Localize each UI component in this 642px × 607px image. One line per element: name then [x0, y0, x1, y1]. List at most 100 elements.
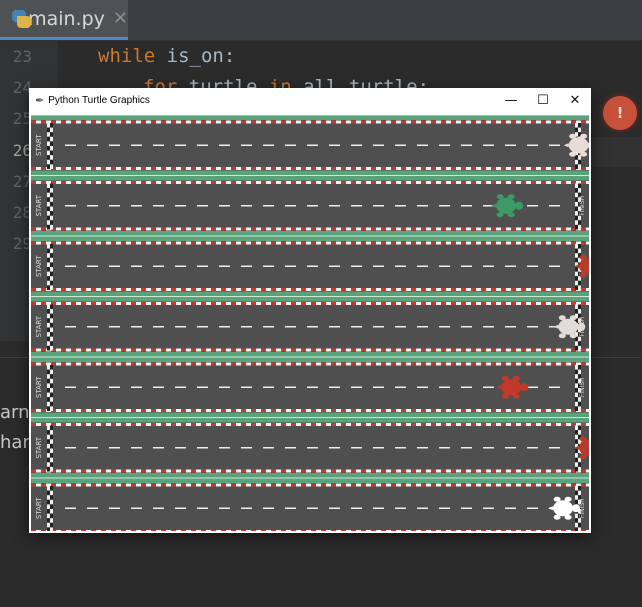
finish-checker: [575, 201, 578, 207]
start-checker: [47, 313, 50, 319]
start-checker: [47, 332, 50, 337]
finish-checker: [575, 276, 578, 281]
maximize-button[interactable]: ☐: [527, 88, 559, 112]
finish-checker: [575, 309, 578, 314]
start-checker: [47, 522, 50, 528]
start-label: START: [35, 315, 43, 337]
finish-checker: [575, 183, 578, 189]
start-checker: [47, 443, 50, 449]
start-checker: [50, 332, 53, 337]
finish-checker: [575, 215, 578, 221]
start-checker: [50, 443, 53, 449]
start-checker: [50, 453, 53, 458]
finish-checker: [578, 341, 581, 346]
start-checker: [47, 336, 50, 342]
start-checker: [50, 253, 53, 258]
start-checker: [47, 318, 50, 323]
start-checker: [47, 397, 50, 402]
start-checker: [47, 509, 50, 514]
close-icon[interactable]: ✕: [113, 8, 128, 29]
start-checker: [50, 374, 53, 379]
start-checker: [47, 448, 50, 454]
finish-checker: [578, 183, 581, 189]
tab-main-py[interactable]: main.py ✕: [0, 0, 128, 40]
start-checker: [50, 183, 53, 189]
start-checker: [50, 495, 53, 500]
finish-label: FINISH: [579, 377, 586, 397]
start-checker: [47, 267, 50, 272]
start-checker: [47, 322, 50, 328]
start-checker: [50, 378, 53, 384]
finish-label: FINISH: [579, 196, 586, 216]
start-checker: [50, 206, 53, 212]
start-checker: [47, 304, 50, 310]
finish-checker: [575, 378, 578, 384]
finish-checker: [578, 127, 581, 133]
finish-checker: [578, 159, 581, 165]
start-checker: [47, 462, 50, 467]
start-checker: [50, 257, 53, 263]
finish-checker: [575, 466, 578, 472]
code-line: while is_on:: [98, 45, 236, 67]
error-indicator-icon[interactable]: !: [603, 96, 637, 130]
start-checker: [50, 341, 53, 346]
start-checker: [47, 206, 50, 212]
start-checker: [50, 211, 53, 216]
minimize-button[interactable]: —: [495, 88, 527, 112]
start-checker: [50, 527, 53, 531]
start-checker: [50, 518, 53, 523]
start-checker: [50, 201, 53, 207]
start-checker: [47, 439, 50, 444]
start-checker: [47, 490, 50, 496]
start-checker: [50, 509, 53, 514]
editor-tabbar: main.py ✕: [0, 0, 642, 41]
window-titlebar[interactable]: ✒ Python Turtle Graphics — ☐ ✕: [29, 88, 591, 112]
close-button[interactable]: ✕: [559, 88, 591, 112]
start-label: START: [35, 497, 43, 519]
start-checker: [47, 513, 50, 519]
finish-checker: [578, 280, 581, 286]
start-checker: [47, 365, 50, 370]
start-checker: [50, 159, 53, 165]
start-checker: [50, 197, 53, 202]
start-checker: [50, 504, 53, 509]
finish-checker: [578, 406, 581, 411]
start-checker: [47, 486, 50, 491]
race-track: STARTFINISHSTARTFINISHSTARTFINISHSTARTFI…: [31, 115, 589, 531]
finish-checker: [575, 388, 578, 393]
finish-checker: [578, 285, 581, 290]
finish-checker: [575, 123, 578, 128]
start-checker: [47, 164, 50, 169]
start-label: START: [35, 436, 43, 458]
finish-checker: [578, 220, 581, 225]
start-checker: [47, 434, 50, 440]
finish-checker: [578, 522, 581, 528]
finish-checker: [578, 244, 581, 249]
start-checker: [50, 513, 53, 519]
finish-checker: [575, 430, 578, 435]
finish-checker: [575, 159, 578, 165]
finish-checker: [575, 164, 578, 169]
start-checker: [47, 201, 50, 207]
finish-checker: [575, 513, 578, 519]
start-checker: [50, 406, 53, 411]
finish-checker: [578, 309, 581, 314]
start-checker: [47, 123, 50, 128]
start-checker: [50, 365, 53, 370]
finish-checker: [575, 244, 578, 249]
python-file-icon: [10, 8, 31, 30]
start-checker: [50, 262, 53, 267]
finish-checker: [578, 224, 581, 230]
start-checker: [50, 192, 53, 198]
finish-checker: [578, 462, 581, 467]
start-checker: [50, 439, 53, 444]
start-checker: [50, 345, 53, 351]
start-checker: [50, 322, 53, 328]
start-checker: [47, 271, 50, 277]
start-checker: [50, 244, 53, 249]
finish-checker: [575, 257, 578, 263]
finish-checker: [578, 188, 581, 193]
start-checker: [50, 267, 53, 272]
turtle-graphics-window[interactable]: ✒ Python Turtle Graphics — ☐ ✕ START FINI…: [29, 88, 591, 533]
start-checker: [50, 490, 53, 496]
